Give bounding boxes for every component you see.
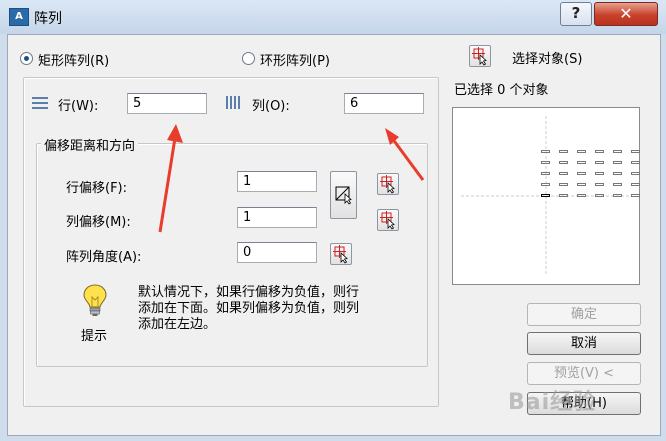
watermark: Bai经验 (508, 390, 597, 415)
annotation-arrows (158, 124, 425, 233)
